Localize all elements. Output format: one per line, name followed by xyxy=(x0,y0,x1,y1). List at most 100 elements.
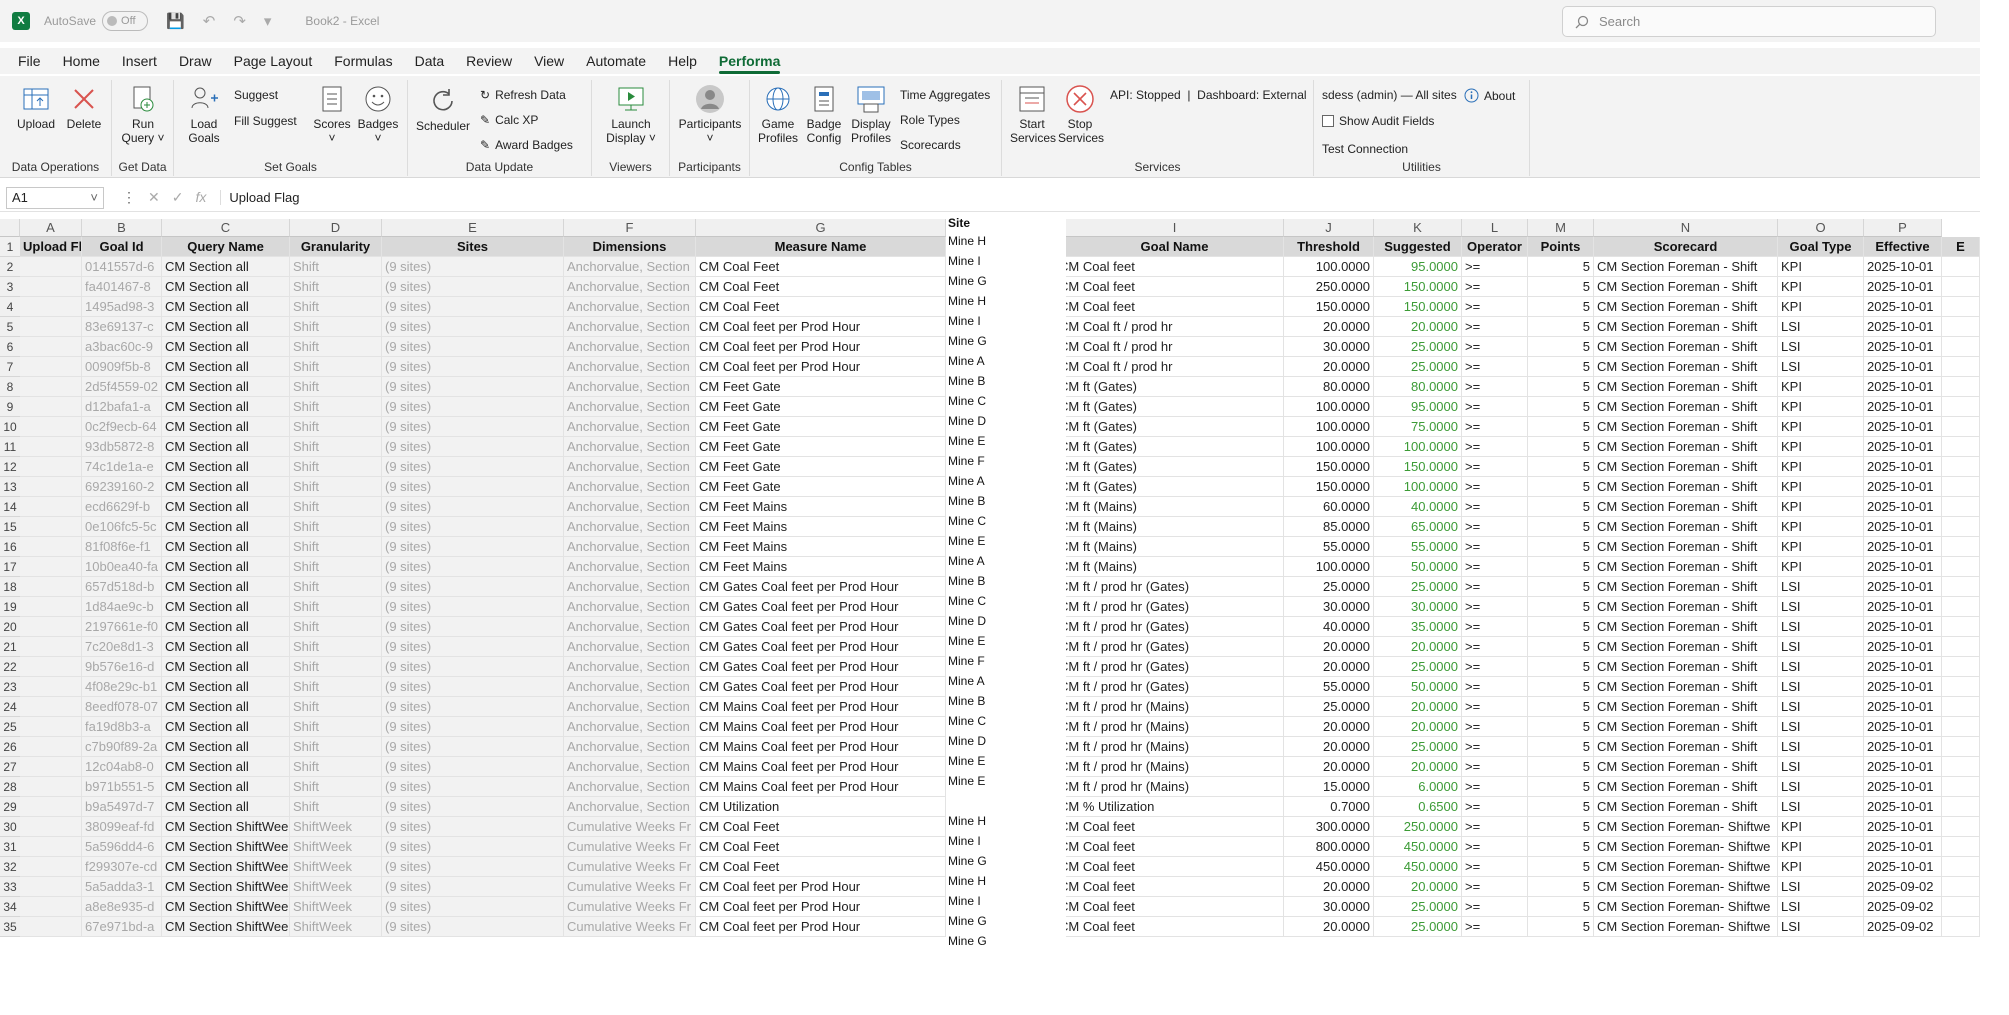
table-cell[interactable]: Anchorvalue, Section xyxy=(564,757,696,777)
time-aggregates-button[interactable]: Time Aggregates xyxy=(900,88,990,102)
award-badges-button[interactable]: ✎ Award Badges xyxy=(480,138,573,152)
site-list-item[interactable]: Mine E xyxy=(946,431,1066,451)
header-cell-q[interactable]: E xyxy=(1942,237,1980,257)
table-cell[interactable]: LSI xyxy=(1778,617,1864,637)
table-cell[interactable]: 5 xyxy=(1528,317,1594,337)
table-cell[interactable]: 300.0000 xyxy=(1284,817,1374,837)
table-cell[interactable]: (9 sites) xyxy=(382,797,564,817)
site-list-item[interactable]: Mine I xyxy=(946,311,1066,331)
table-cell[interactable] xyxy=(20,717,82,737)
table-cell[interactable]: CM Coal feet xyxy=(1066,257,1284,277)
row-number[interactable]: 33 xyxy=(0,877,20,897)
table-cell[interactable]: CM Section all xyxy=(162,297,290,317)
table-cell[interactable]: CM Mains Coal feet per Prod Hour xyxy=(696,737,946,757)
header-cell-j[interactable]: Threshold xyxy=(1284,237,1374,257)
table-cell[interactable]: (9 sites) xyxy=(382,717,564,737)
show-audit-fields-checkbox[interactable]: Show Audit Fields xyxy=(1322,114,1434,128)
table-cell[interactable] xyxy=(1942,797,1980,817)
table-cell[interactable]: 25.0000 xyxy=(1374,577,1462,597)
table-cell[interactable]: 55.0000 xyxy=(1374,537,1462,557)
table-cell[interactable]: >= xyxy=(1462,697,1528,717)
table-cell[interactable]: 2025-10-01 xyxy=(1864,677,1942,697)
row-number[interactable]: 28 xyxy=(0,777,20,797)
table-cell[interactable]: Anchorvalue, Section xyxy=(564,537,696,557)
table-cell[interactable]: CM Coal Feet xyxy=(696,857,946,877)
table-cell[interactable] xyxy=(20,737,82,757)
table-cell[interactable]: 5 xyxy=(1528,917,1594,937)
table-cell[interactable]: 2197661e-f0 xyxy=(82,617,162,637)
row-number[interactable]: 17 xyxy=(0,557,20,577)
table-cell[interactable]: Cumulative Weeks Fr xyxy=(564,897,696,917)
table-cell[interactable]: 5 xyxy=(1528,297,1594,317)
table-cell[interactable]: 2025-10-01 xyxy=(1864,277,1942,297)
table-cell[interactable]: (9 sites) xyxy=(382,917,564,937)
table-cell[interactable]: KPI xyxy=(1778,517,1864,537)
table-cell[interactable]: >= xyxy=(1462,517,1528,537)
table-cell[interactable]: 5 xyxy=(1528,437,1594,457)
site-list-item[interactable]: Mine C xyxy=(946,711,1066,731)
table-cell[interactable]: d12bafa1-a xyxy=(82,397,162,417)
table-cell[interactable]: f299307e-cd xyxy=(82,857,162,877)
table-cell[interactable]: 5 xyxy=(1528,837,1594,857)
tab-data[interactable]: Data xyxy=(404,48,456,74)
stop-services-button[interactable]: Stop Services xyxy=(1058,84,1104,145)
table-cell[interactable]: (9 sites) xyxy=(382,277,564,297)
table-cell[interactable] xyxy=(1942,257,1980,277)
table-cell[interactable]: >= xyxy=(1462,397,1528,417)
table-cell[interactable]: CM Mains Coal feet per Prod Hour xyxy=(696,757,946,777)
table-cell[interactable] xyxy=(20,377,82,397)
table-cell[interactable]: CM Coal feet xyxy=(1066,857,1284,877)
row-number[interactable]: 1 xyxy=(0,237,20,257)
table-cell[interactable]: Anchorvalue, Section xyxy=(564,317,696,337)
table-cell[interactable]: CM ft / prod hr (Gates) xyxy=(1066,677,1284,697)
table-cell[interactable]: Anchorvalue, Section xyxy=(564,657,696,677)
table-cell[interactable]: 75.0000 xyxy=(1374,417,1462,437)
table-cell[interactable]: CM Section ShiftWeek xyxy=(162,837,290,857)
role-types-button[interactable]: Role Types xyxy=(900,113,960,127)
save-icon[interactable]: 💾 xyxy=(166,12,185,30)
table-cell[interactable]: 2d5f4559-02 xyxy=(82,377,162,397)
table-cell[interactable]: CM ft (Gates) xyxy=(1066,397,1284,417)
table-cell[interactable]: CM Coal Feet xyxy=(696,277,946,297)
table-cell[interactable]: CM Coal feet xyxy=(1066,877,1284,897)
table-cell[interactable]: CM Mains Coal feet per Prod Hour xyxy=(696,697,946,717)
table-cell[interactable]: (9 sites) xyxy=(382,817,564,837)
table-cell[interactable]: CM Feet Gate xyxy=(696,377,946,397)
table-cell[interactable]: KPI xyxy=(1778,437,1864,457)
site-list-item[interactable]: Mine B xyxy=(946,371,1066,391)
table-cell[interactable]: CM Section ShiftWeek xyxy=(162,857,290,877)
tab-view[interactable]: View xyxy=(523,48,575,74)
table-cell[interactable]: CM Section all xyxy=(162,797,290,817)
table-cell[interactable]: 5 xyxy=(1528,477,1594,497)
table-cell[interactable]: Anchorvalue, Section xyxy=(564,497,696,517)
table-cell[interactable] xyxy=(1942,397,1980,417)
table-cell[interactable]: >= xyxy=(1462,257,1528,277)
table-cell[interactable] xyxy=(1942,437,1980,457)
row-number[interactable]: 32 xyxy=(0,857,20,877)
site-list-item[interactable]: Mine G xyxy=(946,331,1066,351)
table-cell[interactable]: >= xyxy=(1462,837,1528,857)
table-cell[interactable] xyxy=(1942,857,1980,877)
table-cell[interactable]: CM Section ShiftWeek xyxy=(162,897,290,917)
table-cell[interactable]: 50.0000 xyxy=(1374,557,1462,577)
table-cell[interactable]: CM Coal Feet xyxy=(696,817,946,837)
table-cell[interactable]: CM Section Foreman - Shift xyxy=(1594,617,1778,637)
table-cell[interactable]: CM Section Foreman - Shift xyxy=(1594,697,1778,717)
table-cell[interactable]: Shift xyxy=(290,717,382,737)
table-cell[interactable]: CM Section all xyxy=(162,337,290,357)
table-cell[interactable]: KPI xyxy=(1778,457,1864,477)
site-list-item[interactable]: Mine A xyxy=(946,551,1066,571)
table-cell[interactable]: CM ft (Gates) xyxy=(1066,437,1284,457)
table-cell[interactable]: CM Section all xyxy=(162,617,290,637)
table-cell[interactable]: Anchorvalue, Section xyxy=(564,257,696,277)
table-cell[interactable]: 150.0000 xyxy=(1374,457,1462,477)
table-cell[interactable] xyxy=(1942,597,1980,617)
table-cell[interactable]: 2025-10-01 xyxy=(1864,437,1942,457)
table-cell[interactable]: 25.0000 xyxy=(1284,697,1374,717)
row-number[interactable]: 4 xyxy=(0,297,20,317)
table-cell[interactable]: >= xyxy=(1462,337,1528,357)
table-cell[interactable]: 20.0000 xyxy=(1284,357,1374,377)
table-cell[interactable]: 25.0000 xyxy=(1374,337,1462,357)
table-cell[interactable]: 2025-10-01 xyxy=(1864,697,1942,717)
table-cell[interactable]: Anchorvalue, Section xyxy=(564,377,696,397)
